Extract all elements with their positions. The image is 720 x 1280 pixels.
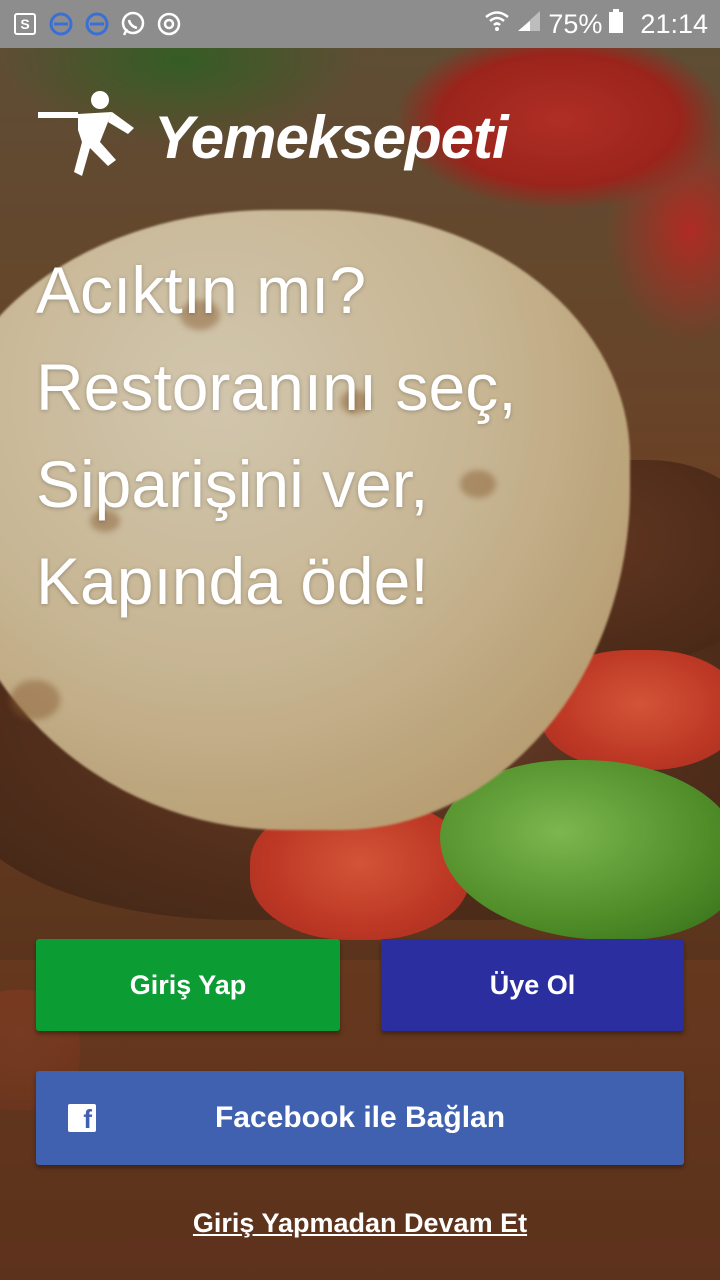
app-logo: Yemeksepeti: [38, 90, 509, 185]
continue-without-login-link[interactable]: Giriş Yapmadan Devam Et: [0, 1208, 720, 1239]
svg-text:S: S: [20, 16, 29, 32]
tagline-line: Kapında öde!: [36, 544, 429, 618]
sync-icon: [84, 11, 110, 37]
login-button[interactable]: Giriş Yap: [36, 939, 340, 1031]
tagline-line: Acıktın mı?: [36, 253, 367, 327]
chrome-icon: [156, 11, 182, 37]
clock: 21:14: [640, 8, 708, 39]
running-man-icon: [38, 90, 148, 185]
facebook-button-label: Facebook ile Bağlan: [214, 1101, 506, 1134]
tagline-line: Restoranını seç,: [36, 350, 517, 424]
status-bar: S 75% 21:14: [0, 0, 720, 48]
tagline: Acıktın mı? Restoranını seç, Siparişini …: [36, 242, 686, 630]
facebook-connect-button[interactable]: f Facebook ile Bağlan: [36, 1071, 684, 1165]
logo-text: Yemeksepeti: [154, 104, 509, 171]
facebook-icon: f: [68, 1104, 96, 1132]
signal-icon: [516, 9, 542, 40]
whatsapp-icon: [120, 11, 146, 37]
tagline-line: Siparişini ver,: [36, 447, 429, 521]
sync-icon: [48, 11, 74, 37]
login-button-label: Giriş Yap: [129, 969, 247, 1000]
register-button-label: Üye Ol: [489, 969, 576, 1000]
wifi-icon: [484, 9, 510, 40]
battery-icon: [608, 8, 624, 41]
battery-percent: 75%: [548, 8, 603, 39]
register-button[interactable]: Üye Ol: [381, 939, 684, 1031]
sim-s-icon: S: [12, 11, 38, 37]
